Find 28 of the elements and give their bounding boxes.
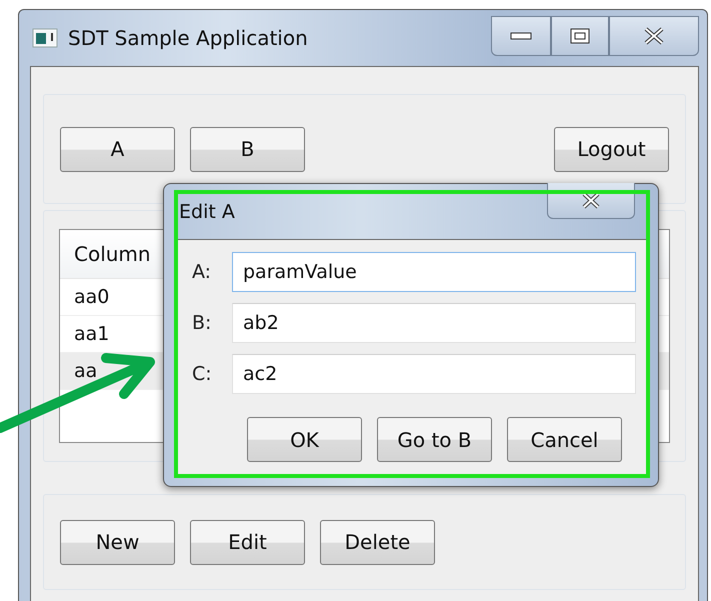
close-icon (643, 27, 665, 45)
table-cell-text: aa0 (73, 286, 110, 308)
action-button[interactable]: Delete (320, 520, 435, 564)
column-header[interactable]: Column (60, 242, 151, 266)
window-title: SDT Sample Application (68, 26, 308, 50)
tab-button[interactable]: A (60, 126, 175, 172)
close-icon (580, 192, 602, 208)
table-cell-text: aa (73, 360, 98, 382)
dialog-button[interactable]: OK (247, 417, 362, 462)
dialog-button[interactable]: Go to B (377, 417, 492, 462)
field-label: B: (192, 312, 212, 334)
input-field[interactable]: ab2 (232, 303, 636, 343)
dialog-title: Edit A (179, 200, 235, 222)
minimize-button[interactable] (491, 16, 551, 56)
field-label: C: (192, 363, 213, 385)
input-field[interactable]: paramValue (232, 252, 636, 292)
logout-button[interactable]: Logout (554, 126, 669, 172)
minimize-icon (510, 31, 532, 41)
dialog-button[interactable]: Cancel (507, 417, 622, 462)
app-icon (32, 27, 58, 49)
action-button[interactable]: Edit (190, 520, 305, 564)
maximize-button[interactable] (551, 16, 609, 56)
tab-button[interactable]: B (190, 126, 305, 172)
action-button[interactable]: New (60, 520, 175, 564)
field-label: A: (192, 261, 212, 283)
maximize-icon (569, 27, 591, 45)
table-cell-text: aa1 (73, 323, 110, 345)
input-field[interactable]: ac2 (232, 354, 636, 394)
